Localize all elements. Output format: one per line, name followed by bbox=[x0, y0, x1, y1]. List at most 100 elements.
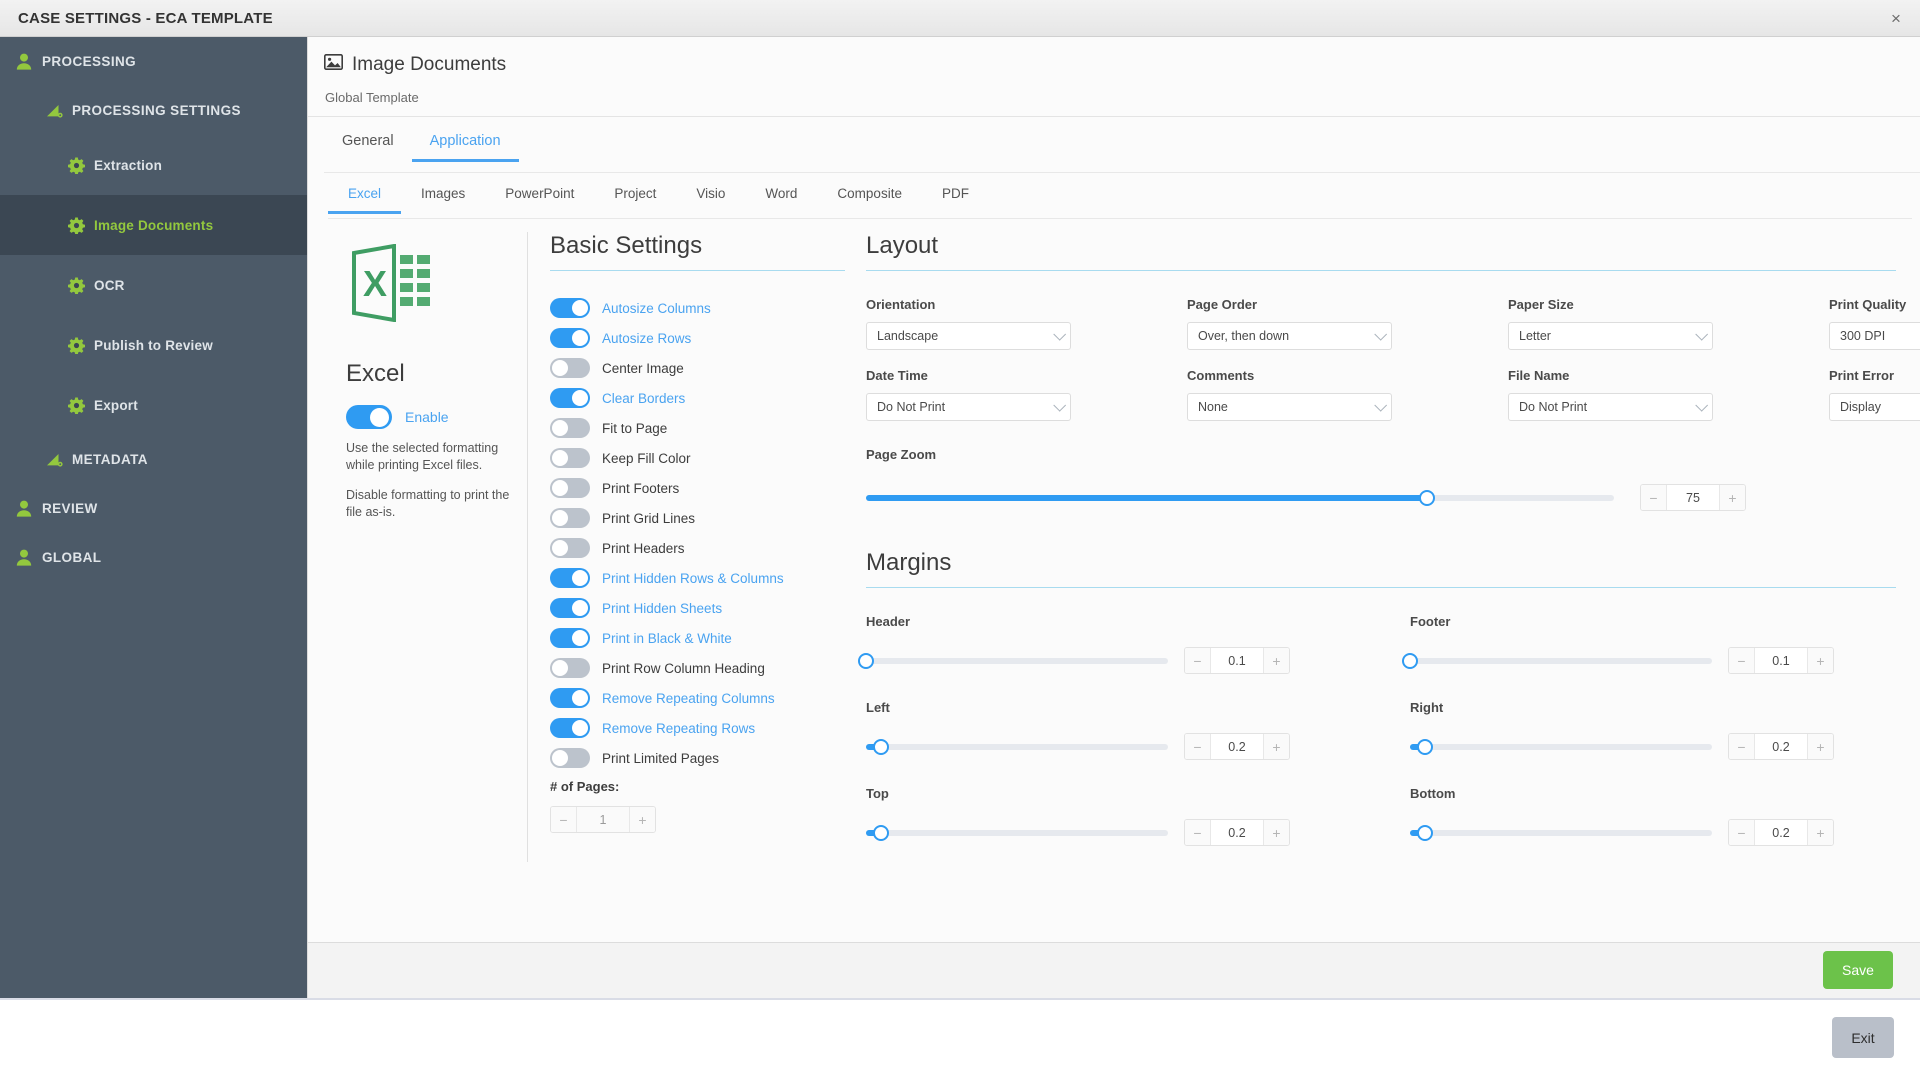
sidebar-item-processing-settings[interactable]: PROCESSING SETTINGS bbox=[0, 86, 307, 135]
margin-top-label: Top bbox=[866, 786, 1352, 801]
sidebar-item-processing[interactable]: PROCESSING bbox=[0, 37, 307, 86]
toggle-print-limited-pages[interactable] bbox=[550, 748, 590, 768]
toggle-print-hidden-sheets[interactable] bbox=[550, 598, 590, 618]
user-icon bbox=[16, 549, 42, 566]
page-order-select[interactable]: Over, then down bbox=[1187, 322, 1392, 350]
sidebar-item-export[interactable]: Export bbox=[0, 375, 307, 435]
print-error-select[interactable]: Display bbox=[1829, 393, 1920, 421]
file-name-select[interactable]: Do Not Print bbox=[1508, 393, 1713, 421]
subtab-excel[interactable]: Excel bbox=[328, 180, 401, 214]
toggle-print-row-column-heading[interactable] bbox=[550, 658, 590, 678]
date-time-select[interactable]: Do Not Print bbox=[866, 393, 1071, 421]
page-zoom-value[interactable]: 75 bbox=[1667, 485, 1719, 510]
enable-toggle[interactable] bbox=[346, 405, 392, 429]
margin-right-stepper[interactable]: −0.2+ bbox=[1728, 733, 1834, 760]
comments-select[interactable]: None bbox=[1187, 393, 1392, 421]
margin-footer-plus-button[interactable]: + bbox=[1807, 648, 1833, 673]
margin-header-stepper[interactable]: −0.1+ bbox=[1184, 647, 1290, 674]
margin-top-slider[interactable] bbox=[866, 830, 1168, 836]
toggle-print-hidden-rows-columns[interactable] bbox=[550, 568, 590, 588]
toggle-print-grid-lines[interactable] bbox=[550, 508, 590, 528]
num-pages-plus-button[interactable]: + bbox=[629, 807, 655, 832]
print-quality-select[interactable]: 300 DPI bbox=[1829, 322, 1920, 350]
margin-bottom-minus-button[interactable]: − bbox=[1729, 820, 1755, 845]
sidebar-item-metadata[interactable]: METADATA bbox=[0, 435, 307, 484]
primary-tabs-rule bbox=[324, 172, 1920, 173]
close-icon[interactable]: × bbox=[1884, 7, 1908, 31]
subtab-powerpoint[interactable]: PowerPoint bbox=[485, 180, 594, 214]
margin-bottom-stepper[interactable]: −0.2+ bbox=[1728, 819, 1834, 846]
toggle-autosize-columns[interactable] bbox=[550, 298, 590, 318]
subtab-images[interactable]: Images bbox=[401, 180, 485, 214]
toggle-label: Autosize Rows bbox=[602, 331, 691, 346]
margin-top-stepper[interactable]: −0.2+ bbox=[1184, 819, 1290, 846]
margin-footer-value[interactable]: 0.1 bbox=[1755, 648, 1807, 673]
margin-bottom-slider[interactable] bbox=[1410, 830, 1712, 836]
margin-left-stepper[interactable]: −0.2+ bbox=[1184, 733, 1290, 760]
margin-footer-slider[interactable] bbox=[1410, 658, 1712, 664]
subtab-composite[interactable]: Composite bbox=[817, 180, 922, 214]
toggle-autosize-rows[interactable] bbox=[550, 328, 590, 348]
subtab-project[interactable]: Project bbox=[594, 180, 676, 214]
margin-bottom-plus-button[interactable]: + bbox=[1807, 820, 1833, 845]
sidebar-item-review[interactable]: REVIEW bbox=[0, 484, 307, 533]
toggle-remove-repeating-rows[interactable] bbox=[550, 718, 590, 738]
user-icon bbox=[16, 500, 42, 517]
num-pages-stepper[interactable]: − 1 + bbox=[550, 806, 656, 833]
margin-left-slider[interactable] bbox=[866, 744, 1168, 750]
margin-footer-stepper[interactable]: −0.1+ bbox=[1728, 647, 1834, 674]
sidebar-item-ocr[interactable]: OCR bbox=[0, 255, 307, 315]
toggle-print-footers[interactable] bbox=[550, 478, 590, 498]
tab-general[interactable]: General bbox=[324, 133, 412, 162]
toggle-keep-fill-color[interactable] bbox=[550, 448, 590, 468]
secondary-tabs: ExcelImagesPowerPointProjectVisioWordCom… bbox=[328, 180, 989, 214]
sidebar-item-image-documents[interactable]: Image Documents bbox=[0, 195, 307, 255]
page-zoom-minus-button[interactable]: − bbox=[1641, 485, 1667, 510]
margin-header-minus-button[interactable]: − bbox=[1185, 648, 1211, 673]
toggle-remove-repeating-columns[interactable] bbox=[550, 688, 590, 708]
margin-left-minus-button[interactable]: − bbox=[1185, 734, 1211, 759]
subtab-visio[interactable]: Visio bbox=[676, 180, 745, 214]
print-quality-label: Print Quality bbox=[1829, 297, 1920, 312]
num-pages-minus-button[interactable]: − bbox=[551, 807, 577, 832]
tab-application[interactable]: Application bbox=[412, 133, 519, 162]
exit-button[interactable]: Exit bbox=[1832, 1017, 1894, 1058]
setting-row: Autosize Rows bbox=[550, 323, 845, 353]
print-error-value: Display bbox=[1830, 400, 1881, 414]
sidebar-item-global[interactable]: GLOBAL bbox=[0, 533, 307, 582]
margin-header-slider[interactable] bbox=[866, 658, 1168, 664]
sidebar-item-publish-to-review[interactable]: Publish to Review bbox=[0, 315, 307, 375]
margin-bottom-value[interactable]: 0.2 bbox=[1755, 820, 1807, 845]
margin-right-value[interactable]: 0.2 bbox=[1755, 734, 1807, 759]
orientation-value: Landscape bbox=[867, 329, 938, 343]
page-zoom-plus-button[interactable]: + bbox=[1719, 485, 1745, 510]
margin-left-value[interactable]: 0.2 bbox=[1211, 734, 1263, 759]
margin-top-minus-button[interactable]: − bbox=[1185, 820, 1211, 845]
margin-right-plus-button[interactable]: + bbox=[1807, 734, 1833, 759]
toggle-print-in-black-white[interactable] bbox=[550, 628, 590, 648]
page-zoom-stepper[interactable]: − 75 + bbox=[1640, 484, 1746, 511]
toggle-fit-to-page[interactable] bbox=[550, 418, 590, 438]
num-pages-value[interactable]: 1 bbox=[577, 807, 629, 832]
orientation-select[interactable]: Landscape bbox=[866, 322, 1071, 350]
setting-row: Print Grid Lines bbox=[550, 503, 845, 533]
page-zoom-slider[interactable] bbox=[866, 495, 1614, 501]
save-button[interactable]: Save bbox=[1823, 951, 1893, 989]
subtab-pdf[interactable]: PDF bbox=[922, 180, 989, 214]
toggle-clear-borders[interactable] bbox=[550, 388, 590, 408]
margin-top-plus-button[interactable]: + bbox=[1263, 820, 1289, 845]
sidebar-item-extraction[interactable]: Extraction bbox=[0, 135, 307, 195]
toggle-center-image[interactable] bbox=[550, 358, 590, 378]
paper-size-select[interactable]: Letter bbox=[1508, 322, 1713, 350]
subtab-word[interactable]: Word bbox=[745, 180, 817, 214]
margin-header-plus-button[interactable]: + bbox=[1263, 648, 1289, 673]
toggle-print-headers[interactable] bbox=[550, 538, 590, 558]
margin-right-slider[interactable] bbox=[1410, 744, 1712, 750]
setting-row: Print Hidden Sheets bbox=[550, 593, 845, 623]
toggle-label: Print Footers bbox=[602, 481, 679, 496]
margin-footer-minus-button[interactable]: − bbox=[1729, 648, 1755, 673]
margin-header-value[interactable]: 0.1 bbox=[1211, 648, 1263, 673]
margin-left-plus-button[interactable]: + bbox=[1263, 734, 1289, 759]
margin-right-minus-button[interactable]: − bbox=[1729, 734, 1755, 759]
margin-top-value[interactable]: 0.2 bbox=[1211, 820, 1263, 845]
